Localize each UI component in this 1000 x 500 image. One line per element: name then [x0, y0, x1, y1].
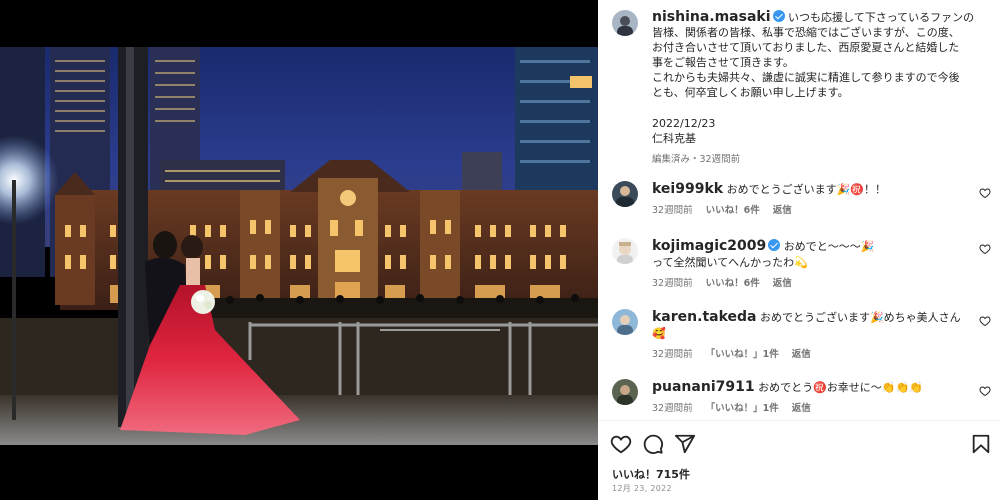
likes-count[interactable]: いいね！715件 [612, 466, 690, 482]
author-username[interactable]: nishina.masaki [652, 9, 771, 25]
caption-date: 2022/12/23 [652, 117, 716, 130]
caption-line-1: いつも応援して下さっているファンの [788, 11, 975, 24]
commenter-avatar[interactable] [612, 238, 638, 264]
wedding-photo [0, 0, 598, 500]
reply-button[interactable]: 返信 [792, 403, 811, 414]
heart-icon[interactable] [610, 433, 632, 455]
action-divider [598, 420, 1000, 421]
comment-like-heart-icon[interactable] [979, 187, 991, 199]
post-image [0, 0, 598, 500]
comment-likes[interactable]: いいね！6件 [706, 278, 760, 289]
caption-line-6: とも、何卒宜しくお願い申し上げます。 [652, 86, 849, 99]
comment-item: kojimagic2009 おめでと～～～🎉 って全然聞いてへんかったわ💫 32… [652, 238, 972, 292]
comment-username[interactable]: karen.takeda [652, 309, 756, 325]
comment-time: 32週間前 [652, 278, 693, 289]
commenter-avatar[interactable] [612, 379, 638, 405]
comment-username[interactable]: kojimagic2009 [652, 238, 766, 254]
verified-badge-icon [772, 10, 785, 22]
comment-item: puanani7911 おめでとう㊗️お幸せに〜👏👏👏 32週間前 「いいね！」… [652, 379, 972, 417]
comment-text: おめでと～～～🎉 [783, 240, 875, 253]
share-icon[interactable] [674, 433, 696, 455]
comment-text-continued: 🥰 [652, 327, 666, 340]
comment-likes[interactable]: 「いいね！」1件 [706, 403, 779, 414]
comment-text: おめでとうございます🎉めちゃ美人さん [759, 311, 961, 324]
comment-time: 32週間前 [652, 205, 693, 216]
caption-line-2: 皆様、関係者の皆様、私事で恐縮ではございますが、この度、 [652, 26, 960, 39]
commenter-avatar[interactable] [612, 309, 638, 335]
comment-like-heart-icon[interactable] [979, 385, 991, 397]
caption-line-3: お付き合いさせて頂いておりました、西原愛夏さんと結婚した [652, 41, 960, 54]
commenter-avatar[interactable] [612, 181, 638, 207]
comment-icon[interactable] [642, 433, 664, 455]
post-date[interactable]: 12月 23, 2022 [612, 483, 672, 494]
comment-text-continued: って全然聞いてへんかったわ💫 [652, 256, 808, 269]
caption-signature: 仁科克基 [652, 132, 696, 145]
edited-meta: 編集済み・32週間前 [652, 154, 741, 165]
comment-likes[interactable]: 「いいね！」1件 [706, 349, 779, 360]
caption-line-5: これからも夫婦共々、謙虚に誠実に精進して参りますので今後 [652, 71, 960, 84]
comment-item: karen.takeda おめでとうございます🎉めちゃ美人さん 🥰 32週間前 … [652, 309, 972, 363]
reply-button[interactable]: 返信 [792, 349, 811, 360]
comment-like-heart-icon[interactable] [979, 243, 991, 255]
comment-item: kei999kk おめでとうございます🎉㊗️！！ 32週間前 いいね！6件 返信 [652, 181, 972, 219]
comment-text: おめでとうございます🎉㊗️！！ [726, 183, 886, 196]
comment-username[interactable]: puanani7911 [652, 379, 755, 395]
comment-time: 32週間前 [652, 403, 693, 414]
comment-like-heart-icon[interactable] [979, 315, 991, 327]
caption-line-4: 事をご報告させて頂きます。 [652, 56, 794, 69]
comment-likes[interactable]: いいね！6件 [706, 205, 760, 216]
reply-button[interactable]: 返信 [773, 205, 792, 216]
comment-time: 32週間前 [652, 349, 693, 360]
post-caption: nishina.masaki いつも応援して下さっているファンの 皆様、関係者の… [652, 10, 982, 167]
author-avatar[interactable] [612, 10, 638, 36]
reply-button[interactable]: 返信 [773, 278, 792, 289]
bookmark-icon[interactable] [970, 433, 992, 455]
verified-badge-icon [768, 239, 781, 251]
comment-text: おめでとう㊗️お幸せに〜👏👏👏 [758, 381, 923, 394]
comment-username[interactable]: kei999kk [652, 181, 723, 197]
